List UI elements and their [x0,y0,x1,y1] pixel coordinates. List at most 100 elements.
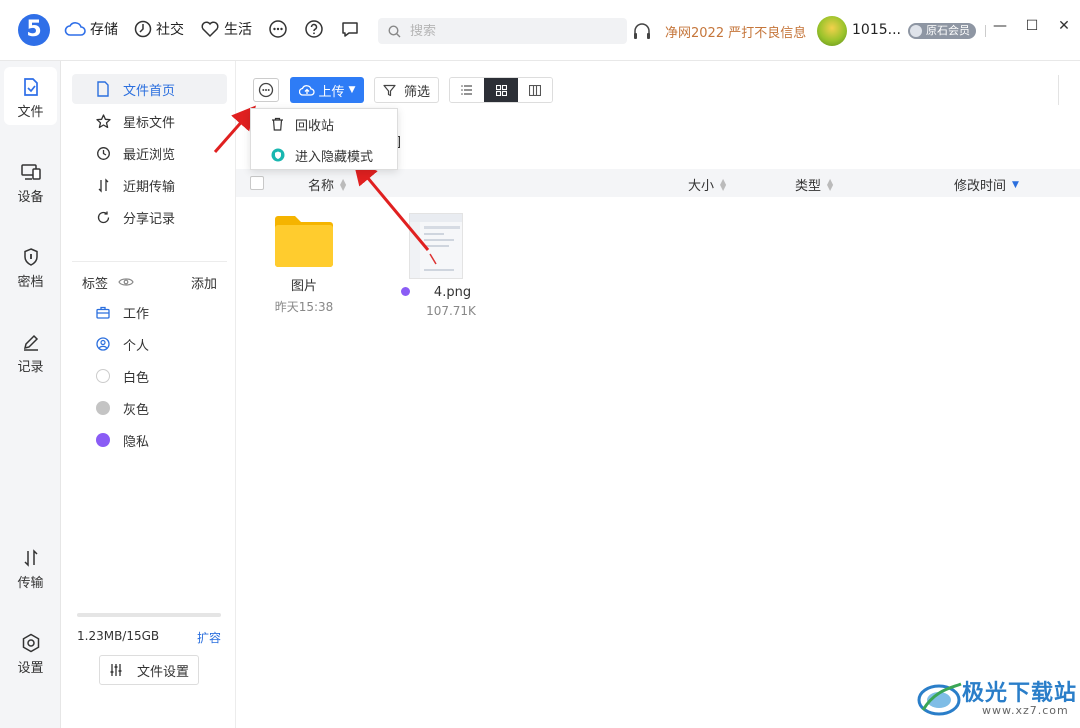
device-icon [20,164,41,180]
nav-social[interactable]: 社交 [134,19,184,39]
list-icon [461,85,472,95]
tag-label: 灰色 [123,402,150,418]
rail-label-vault: 密档 [17,275,44,290]
promo-text[interactable]: 净网2022 严打不良信息 [665,22,806,41]
sidebar-item-transfers[interactable]: 近期传输 [72,170,227,200]
window-controls: — ☐ ✕ [984,18,1080,34]
search-box[interactable] [378,18,627,44]
rail-label-devices: 设备 [17,190,44,205]
top-nav: 存储 社交 生活 [64,19,376,39]
clock-icon [134,20,152,38]
folder-icon [275,216,333,267]
rail-item-transfer[interactable]: 传输 [4,538,57,596]
file-name: 4.png [396,285,476,300]
upload-button[interactable]: 上传 ▼ [290,77,364,103]
rail-item-notes[interactable]: 记录 [4,322,57,380]
file-list-header: 名称 ▲ ▼ 大小 ▲ ▼ 类型 ▲ ▼ 修改时间 ▼ [236,169,1080,197]
sort-desc-icon: ▼ [1012,179,1019,190]
column-view-button[interactable] [518,78,552,102]
help-circle-icon [305,20,323,38]
file-meta: 107.71K [426,304,476,318]
column-label: 名称 [308,179,335,194]
tag-label: 白色 [123,370,150,386]
column-type[interactable]: 类型 ▲ ▼ [795,175,833,194]
headset-icon[interactable] [632,21,652,41]
rail-item-vault[interactable]: 密档 [4,237,57,295]
maximize-button[interactable]: ☐ [1016,18,1048,34]
share-icon [97,211,110,223]
tags-title: 标签 [82,277,109,292]
sidebar: 文件首页 星标文件 最近浏览 近期传输 分享记录 标签 添加 工作 个人 白色 … [61,61,236,728]
nav-life[interactable]: 生活 [200,19,252,39]
watermark-text: 极光下载站 [962,681,1078,706]
rail-item-settings[interactable]: 设置 [4,623,57,681]
storage-progress-bar [77,613,221,617]
file-tile-image[interactable]: 4.png 107.71K [396,213,476,318]
column-modified[interactable]: 修改时间 ▼ [954,175,1019,194]
nav-storage-label: 存储 [90,22,118,38]
file-tile-folder[interactable]: 图片 昨天15:38 [266,213,342,315]
select-all-checkbox[interactable] [250,176,264,190]
eye-icon[interactable] [118,276,134,288]
rail-item-devices[interactable]: 设备 [4,152,57,210]
menu-item-recycle-bin[interactable]: 回收站 [251,109,397,139]
rail-label-settings: 设置 [17,661,44,676]
vip-badge[interactable]: 原石会员 [908,23,976,39]
purple-dot-icon [96,433,110,447]
tag-item-white[interactable]: 白色 [72,361,227,391]
tags-add-button[interactable]: 添加 [191,273,217,292]
caret-down-icon: ▼ [348,85,356,95]
pen-icon [23,334,38,351]
grid-view-button[interactable] [484,78,518,102]
rail-label-files: 文件 [17,105,44,120]
avatar[interactable] [817,16,847,46]
sidebar-item-label: 文件首页 [123,83,176,99]
sidebar-item-shared[interactable]: 分享记录 [72,202,227,232]
view-mode-group [449,77,553,103]
rail-label-notes: 记录 [17,360,44,375]
tag-item-personal[interactable]: 个人 [72,329,227,359]
column-name[interactable]: 名称 ▲ ▼ [308,175,346,194]
file-icon [97,81,109,97]
rail-item-files[interactable]: 文件 [4,67,57,125]
chat-bubble-icon [342,22,358,37]
filter-button[interactable]: 筛选 [374,77,439,103]
minimize-button[interactable]: — [984,18,1016,34]
nav-storage[interactable]: 存储 [64,19,118,39]
expand-storage-link[interactable]: 扩容 [197,629,221,646]
gray-dot-icon [96,401,110,415]
sidebar-item-recent[interactable]: 最近浏览 [72,138,227,168]
column-label: 修改时间 [954,179,1007,194]
star-icon [96,113,111,128]
tag-item-gray[interactable]: 灰色 [72,393,227,423]
more-options-button[interactable] [253,78,279,102]
tag-item-private[interactable]: 隐私 [72,425,227,455]
more-circle-button[interactable] [268,19,288,39]
close-button[interactable]: ✕ [1048,18,1080,34]
briefcase-icon [96,306,110,319]
columns-icon [529,84,541,96]
search-input[interactable] [410,23,590,39]
history-icon [97,146,110,160]
white-dot-icon [96,369,110,383]
file-settings-button[interactable]: 文件设置 [99,655,199,685]
menu-item-label: 回收站 [295,118,335,134]
column-label: 类型 [795,179,822,194]
storage-usage: 1.23MB/15GB [77,629,160,643]
message-button[interactable] [340,19,360,39]
sidebar-item-home[interactable]: 文件首页 [72,74,227,104]
tag-item-work[interactable]: 工作 [72,297,227,327]
username[interactable]: 1015... [852,22,901,38]
app-logo[interactable]: 5 [18,14,50,46]
menu-item-hidden-mode[interactable]: 进入隐藏模式 [251,140,397,170]
more-circle-icon [269,20,287,38]
column-size[interactable]: 大小 ▲ ▼ [688,175,726,194]
file-settings-label: 文件设置 [136,664,189,680]
sidebar-item-starred[interactable]: 星标文件 [72,106,227,136]
file-name-text: 4.png [433,285,472,300]
column-label: 大小 [688,179,715,194]
list-view-button[interactable] [450,78,484,102]
title-bar: 5 存储 社交 生活 净网2022 严打不良信息 1015... 原石会员 [0,0,1080,61]
thumbnail-preview-icon [410,214,462,278]
help-button[interactable] [304,19,324,39]
